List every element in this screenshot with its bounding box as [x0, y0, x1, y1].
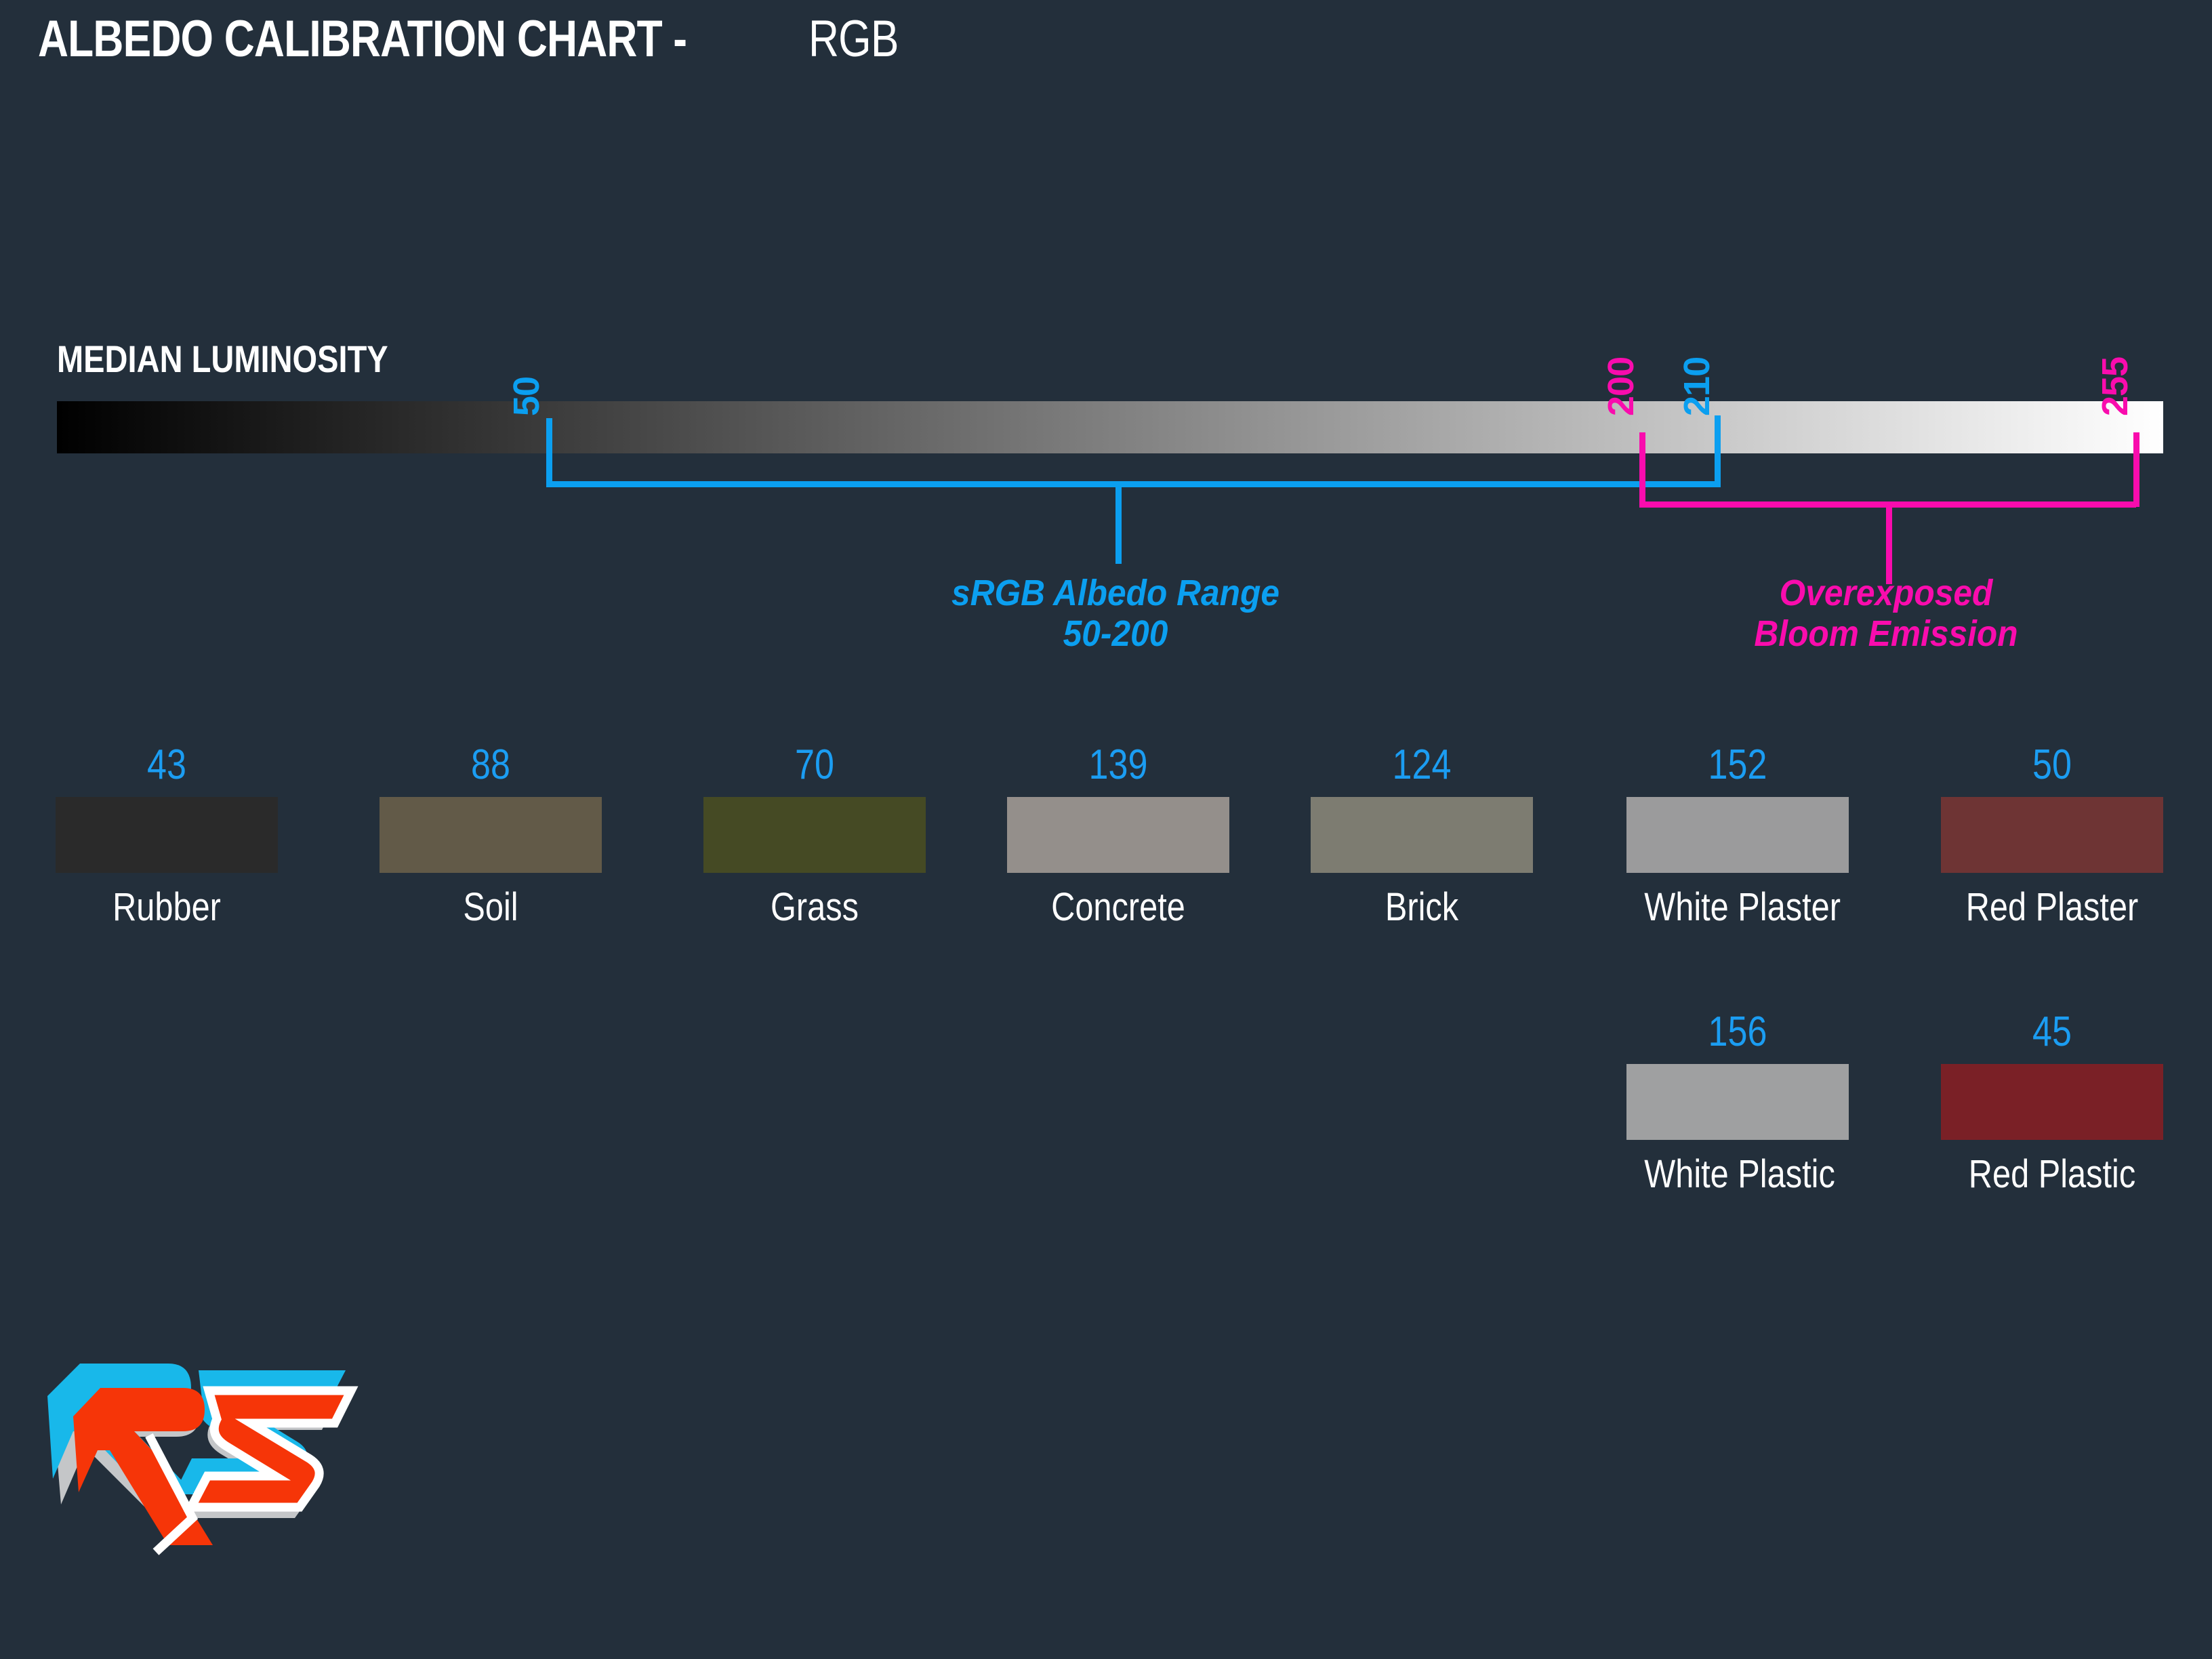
swatch-color-chip	[380, 797, 602, 873]
swatch-value: 45	[2032, 1008, 2072, 1055]
swatch-color-chip	[703, 797, 926, 873]
swatch-red-plastic[interactable]: 45 Red Plastic	[1941, 1011, 2163, 1194]
swatch-value: 50	[2032, 741, 2072, 788]
swatch-label: Grass	[771, 885, 859, 929]
swatch-value: 156	[1708, 1008, 1767, 1055]
swatch-label: Rubber	[112, 885, 221, 929]
swatch-white-plastic[interactable]: 156 White Plastic	[1626, 1011, 1849, 1194]
swatch-label: White Plastic	[1644, 1152, 1835, 1196]
swatch-label: Red Plaster	[1965, 885, 2139, 929]
swatch-brick[interactable]: 124 Brick	[1311, 744, 1533, 927]
swatch-color-chip	[1941, 1064, 2163, 1140]
chart-canvas: ALBEDO CALIBRATION CHART - RGB MEDIAN LU…	[0, 0, 2212, 1659]
swatch-color-chip	[1311, 797, 1533, 873]
swatch-label: Red Plastic	[1968, 1152, 2136, 1196]
swatch-value: 152	[1708, 741, 1767, 788]
swatch-rubber[interactable]: 43 Rubber	[56, 744, 278, 927]
swatch-color-chip	[1007, 797, 1229, 873]
swatch-value: 88	[471, 741, 510, 788]
swatch-white-plaster[interactable]: 152 White Plaster	[1626, 744, 1849, 927]
swatch-label: Brick	[1385, 885, 1459, 929]
swatch-label: Concrete	[1051, 885, 1185, 929]
swatch-value: 43	[147, 741, 186, 788]
swatch-grass[interactable]: 70 Grass	[703, 744, 926, 927]
swatch-color-chip	[1626, 797, 1849, 873]
swatch-label: Soil	[463, 885, 518, 929]
swatch-soil[interactable]: 88 Soil	[380, 744, 602, 927]
swatch-color-chip	[56, 797, 278, 873]
swatch-color-chip	[1626, 1064, 1849, 1140]
swatch-value: 70	[795, 741, 834, 788]
swatch-color-chip	[1941, 797, 2163, 873]
swatch-red-plaster[interactable]: 50 Red Plaster	[1941, 744, 2163, 927]
swatch-value: 124	[1392, 741, 1452, 788]
swatch-concrete[interactable]: 139 Concrete	[1007, 744, 1229, 927]
r2-studio-logo[interactable]	[47, 1349, 359, 1565]
swatch-label: White Plaster	[1644, 885, 1841, 929]
swatch-value: 139	[1088, 741, 1148, 788]
